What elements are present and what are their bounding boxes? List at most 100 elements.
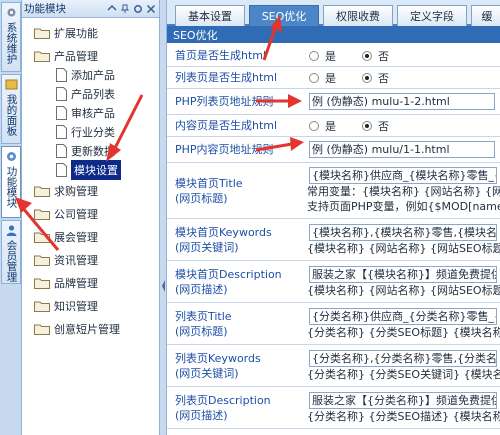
gear-icon[interactable] — [133, 4, 143, 14]
vtab-modules-label: 功能模块 — [5, 166, 18, 208]
close-icon[interactable] — [146, 4, 156, 14]
setting-label: 内容页是否生成html — [175, 119, 278, 132]
folder-icon — [34, 255, 50, 266]
variable-hint: {分类名称} {分类SEO关键词} {模块名 — [307, 367, 500, 381]
panel-splitter[interactable] — [160, 0, 167, 435]
tab-bar: 基本设置 SEO优化 权限收费 定义字段 缓 — [167, 0, 500, 26]
setting-row-content-html: 内容页是否生成html 是 否 — [167, 115, 500, 137]
radio-yes[interactable] — [309, 72, 319, 83]
folder-icon — [34, 278, 50, 289]
index-description-input[interactable]: 服装之家【{模块名称}】频道免费提供各 — [309, 265, 497, 283]
setting-row-list-description: 列表页Description (网页描述) 服装之家【{分类名称}】频道免费提供各… — [167, 387, 500, 429]
setting-label: PHP列表页地址规则 — [175, 95, 274, 108]
section-title: SEO优化 — [167, 26, 500, 43]
document-icon — [56, 87, 67, 101]
tree-item-news[interactable]: 资讯管理 — [34, 249, 98, 271]
tree-item-shorts[interactable]: 创意短片管理 — [34, 318, 120, 340]
variable-hint: {模块名称} {网站名称} {网站SEO标题 — [307, 241, 500, 255]
radio-no[interactable] — [362, 72, 372, 83]
module-tree-panel: 功能模块 扩展功能 产品管理 添加产品 产品列表 审核产品 行业分类 更新数据 … — [22, 0, 160, 435]
setting-label: 列表页Description — [175, 393, 271, 407]
index-keywords-input[interactable]: {模块名称},{模块名称}零售,{模块名称} — [309, 223, 497, 241]
setting-row-content-url: PHP内容页地址规则 例 (伪静态) mulu/1-1.html — [167, 137, 500, 163]
setting-label: 列表页Keywords — [175, 351, 261, 365]
variable-hint: {分类名称} {分类SEO描述} {模块名称 — [307, 409, 500, 423]
radio-no[interactable] — [362, 50, 372, 61]
tree-item-module-settings[interactable]: 模块设置 — [56, 159, 121, 181]
setting-label: 模块首页Keywords — [175, 225, 272, 239]
radio-no[interactable] — [362, 120, 372, 131]
setting-row-index-html: 首页是否生成html 是 否 — [167, 45, 500, 67]
radio-yes[interactable] — [309, 50, 319, 61]
vtab-modules[interactable]: 功能模块 — [1, 146, 21, 218]
tree-item-brand[interactable]: 品牌管理 — [34, 272, 98, 294]
folder-open-icon — [34, 51, 50, 62]
setting-label: 列表页Title — [175, 309, 232, 323]
tab-seo[interactable]: SEO优化 — [249, 5, 319, 26]
setting-sublabel: (网页标题) — [175, 324, 228, 338]
folder-icon — [34, 232, 50, 243]
index-title-input[interactable]: {模块名称}供应商_{模块名称}零售_{ — [309, 167, 497, 184]
folder-icon — [34, 28, 50, 39]
setting-label: 模块首页Title — [175, 176, 243, 190]
setting-label: 列表页是否生成html — [175, 71, 278, 84]
user-icon — [6, 225, 16, 236]
document-icon — [56, 144, 67, 158]
setting-row-list-keywords: 列表页Keywords (网页关键词) {分类名称},{分类名称}零售,{分类名称… — [167, 345, 500, 387]
setting-sublabel: (网页标题) — [175, 191, 228, 205]
document-icon — [56, 106, 67, 120]
vtab-panel-label: 我的面板 — [5, 94, 18, 136]
vtab-members-label: 会员管理 — [5, 240, 18, 282]
folder-icon — [34, 301, 50, 312]
list-title-input[interactable]: {分类名称}供应商_{分类名称}零售_{分 — [309, 307, 497, 325]
pin-icon[interactable] — [120, 4, 130, 14]
tab-permission[interactable]: 权限收费 — [323, 5, 393, 26]
setting-sublabel: (网页描述) — [175, 282, 228, 296]
content-url-select[interactable]: 例 (伪静态) mulu/1-1.html — [309, 141, 495, 158]
list-url-select[interactable]: 例 (伪静态) mulu-1-2.html — [309, 93, 495, 110]
list-description-input[interactable]: 服装之家【{分类名称}】频道免费提供各 — [309, 391, 497, 409]
document-icon — [56, 125, 67, 139]
document-icon — [56, 163, 67, 177]
tab-fields[interactable]: 定义字段 — [397, 5, 467, 26]
collapse-icon[interactable] — [107, 4, 117, 14]
modules-icon — [6, 152, 16, 161]
vtab-system-label: 系统维护 — [5, 22, 18, 64]
tree-item-knowledge[interactable]: 知识管理 — [34, 295, 98, 317]
setting-row-list-title: 列表页Title (网页标题) {分类名称}供应商_{分类名称}零售_{分 {分类… — [167, 303, 500, 345]
tree-item-company[interactable]: 公司管理 — [34, 203, 98, 225]
tree-title: 功能模块 — [24, 3, 66, 15]
setting-label: 首页是否生成html — [175, 49, 267, 62]
collapse-arrow-icon[interactable] — [161, 272, 166, 300]
setting-row-index-description: 模块首页Description (网页描述) 服装之家【{模块名称}】频道免费提供… — [167, 261, 500, 303]
vtab-members[interactable]: 会员管理 — [1, 220, 21, 284]
variable-hint: 支持页面PHP变量，例如{$MOD[name] — [307, 200, 500, 213]
variable-hint: {分类名称} {分类SEO标题} {模块名称 — [307, 325, 500, 339]
setting-label: PHP内容页地址规则 — [175, 143, 274, 156]
tab-cache[interactable]: 缓 — [471, 5, 500, 26]
tree-header: 功能模块 — [22, 0, 159, 18]
folder-icon — [34, 324, 50, 335]
setting-row-index-keywords: 模块首页Keywords (网页关键词) {模块名称},{模块名称}零售,{模块名… — [167, 219, 500, 261]
tree-item-purchase[interactable]: 求购管理 — [34, 180, 98, 202]
setting-row-list-html: 列表页是否生成html 是 否 — [167, 67, 500, 89]
vtab-panel[interactable]: 我的面板 — [1, 74, 21, 144]
setting-sublabel: (网页关键词) — [175, 366, 239, 380]
setting-row-list-url: PHP列表页地址规则 例 (伪静态) mulu-1-2.html — [167, 89, 500, 115]
gear-icon — [7, 8, 15, 17]
vtab-system[interactable]: 系统维护 — [1, 2, 21, 72]
setting-sublabel: (网页关键词) — [175, 240, 239, 254]
panel-icon — [5, 79, 17, 90]
tree-item-extend[interactable]: 扩展功能 — [34, 22, 98, 44]
folder-icon — [34, 209, 50, 220]
variable-hint: {模块名称} {网站名称} {网站SEO标题 — [307, 283, 500, 297]
radio-yes[interactable] — [309, 120, 319, 131]
tree-item-exhibition[interactable]: 展会管理 — [34, 226, 98, 248]
main-content: 基本设置 SEO优化 权限收费 定义字段 缓 SEO优化 首页是否生成html … — [167, 0, 500, 435]
vertical-tab-bar: 系统维护 我的面板 功能模块 会员管理 — [0, 0, 22, 435]
document-icon — [56, 68, 67, 82]
setting-row-index-title: 模块首页Title (网页标题) {模块名称}供应商_{模块名称}零售_{ 常用变… — [167, 163, 500, 219]
variable-hint: 常用变量：{模块名称} {网站名称} {网 — [307, 185, 500, 198]
tab-basic[interactable]: 基本设置 — [175, 5, 245, 26]
list-keywords-input[interactable]: {分类名称},{分类名称}零售,{分类名称} — [309, 349, 497, 367]
